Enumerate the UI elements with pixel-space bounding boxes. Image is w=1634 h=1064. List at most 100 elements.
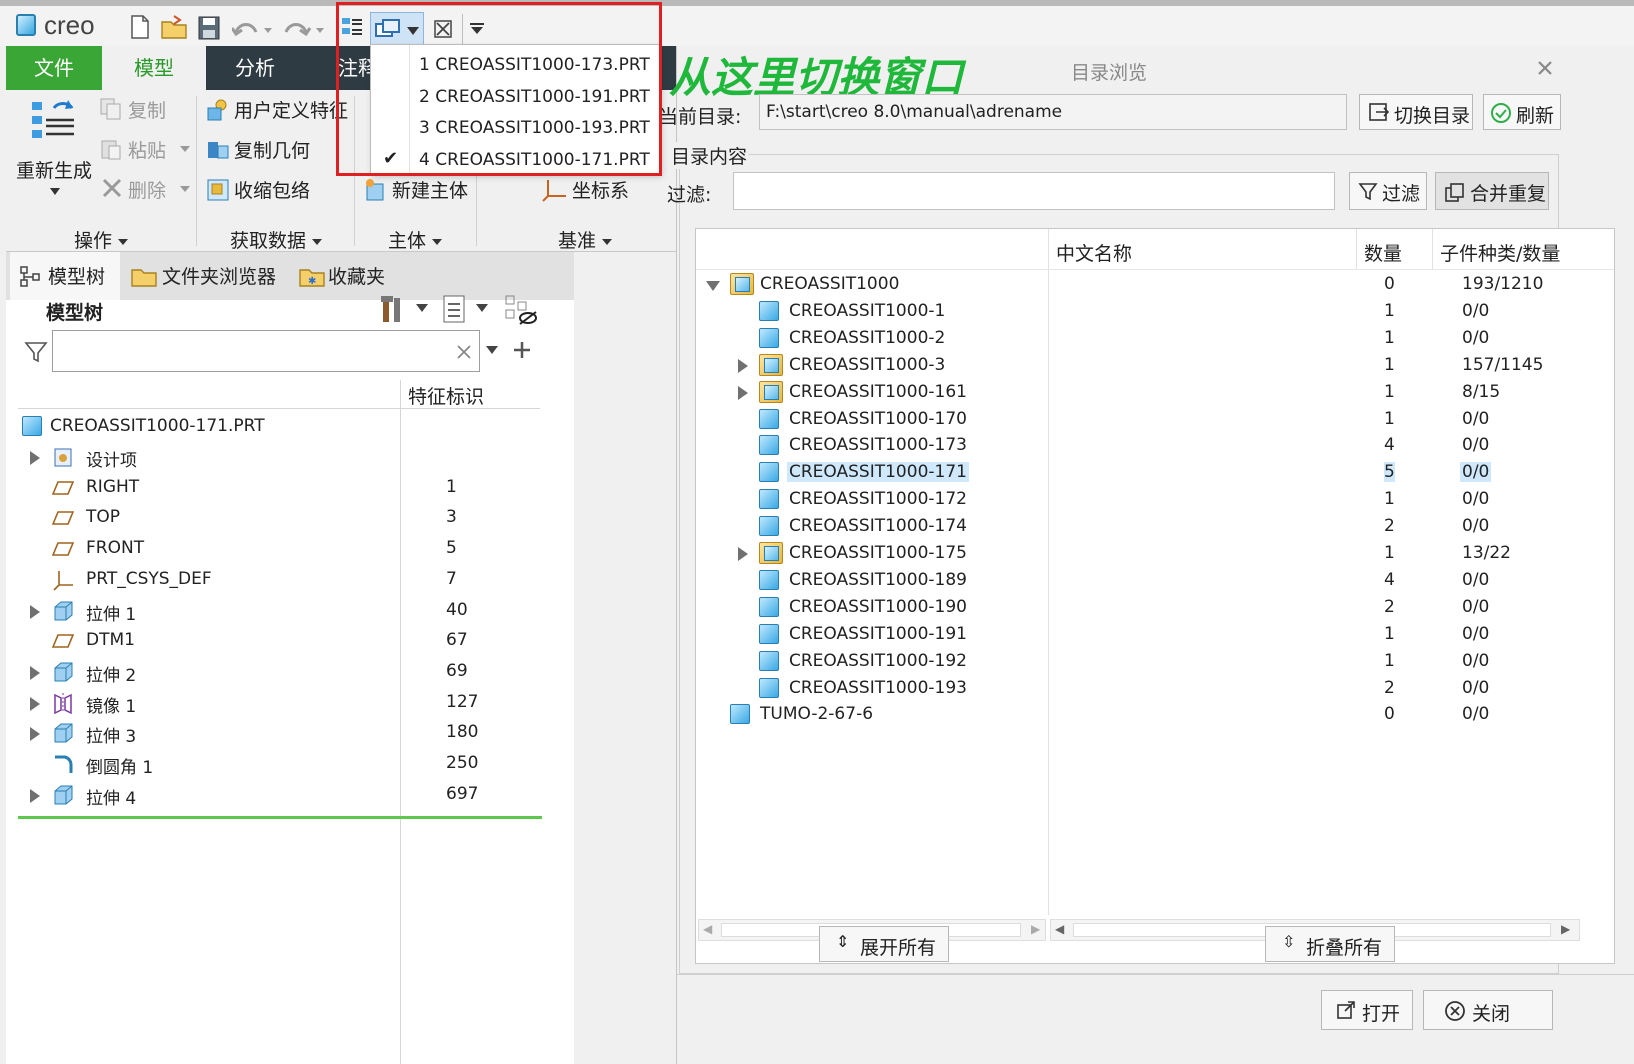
directory-row[interactable]: CREOASSIT1000-1 1 0/0 (696, 298, 1614, 325)
tree-item[interactable]: 拉伸 2 69 (6, 657, 566, 687)
refresh-button[interactable]: 刷新 (1483, 94, 1561, 130)
expand-arrow-icon[interactable] (30, 665, 40, 680)
directory-row[interactable]: CREOASSIT1000-173 4 0/0 (696, 432, 1614, 459)
csys-button[interactable]: 坐标系 (540, 176, 650, 206)
undo-icon[interactable] (232, 20, 274, 40)
tree-item[interactable]: DTM1 67 (6, 626, 566, 656)
mirror-icon (52, 692, 74, 719)
tree-root-label: CREOASSIT1000-171.PRT (50, 416, 265, 436)
expand-arrow-icon[interactable] (738, 547, 748, 561)
expand-arrow-icon[interactable] (30, 604, 40, 619)
merge-duplicates-button[interactable]: 合并重复 (1435, 172, 1549, 210)
directory-row[interactable]: CREOASSIT1000-3 1 157/1145 (696, 352, 1614, 379)
chevron-down-icon (180, 186, 190, 192)
tree-root-item[interactable]: CREOASSIT1000-171.PRT (6, 412, 566, 442)
open-button[interactable]: 打开 (1321, 990, 1413, 1030)
shrinkwrap-button[interactable]: 收缩包络 (204, 176, 354, 206)
add-icon[interactable] (512, 340, 532, 360)
expand-arrow-icon[interactable] (30, 696, 40, 711)
chevron-down-icon[interactable] (416, 304, 428, 312)
directory-row[interactable]: CREOASSIT1000-191 1 0/0 (696, 621, 1614, 648)
collapse-all-button[interactable]: ⇳ 折叠所有 (1265, 926, 1395, 962)
scroll-right-icon[interactable]: ▶ (1561, 922, 1570, 936)
delete-button[interactable]: 删除 (98, 176, 194, 206)
tree-item[interactable]: PRT_CSYS_DEF 7 (6, 565, 566, 595)
tab-favorites[interactable]: ✱ 收藏夹 (292, 252, 402, 300)
directory-row[interactable]: CREOASSIT1000-192 1 0/0 (696, 648, 1614, 675)
open-folder-icon[interactable] (160, 14, 188, 40)
chevron-down-icon[interactable] (486, 346, 498, 354)
directory-row[interactable]: CREOASSIT1000-2 1 0/0 (696, 325, 1614, 352)
directory-tree-list[interactable]: 中文名称 数量 子件种类/数量 CREOASSIT1000 0 193/1210 CR… (695, 228, 1615, 964)
expand-arrow-icon[interactable] (30, 451, 40, 465)
tree-item[interactable]: 拉伸 3 180 (6, 718, 566, 748)
column-header-count[interactable]: 数量 (1364, 239, 1402, 266)
tree-item[interactable]: TOP 3 (6, 503, 566, 533)
directory-row[interactable]: CREOASSIT1000-161 1 8/15 (696, 379, 1614, 406)
save-icon[interactable] (198, 16, 220, 40)
close-icon[interactable] (1537, 60, 1553, 76)
tab-analysis[interactable]: 分析 (206, 46, 304, 90)
regenerate-button[interactable]: 重新生成 (14, 94, 96, 204)
switch-dir-button[interactable]: 切换目录 (1359, 94, 1473, 130)
expand-all-button[interactable]: ⇕ 展开所有 (819, 926, 949, 962)
current-dir-field[interactable]: F:\start\creo 8.0\manual\adrename (759, 94, 1347, 130)
new-body-button[interactable]: 新建主体 (362, 176, 478, 206)
tree-filter-visibility-icon[interactable] (504, 294, 538, 326)
directory-row[interactable]: TUMO-2-67-6 0 0/0 (696, 701, 1614, 728)
part-icon (730, 704, 750, 725)
tree-item[interactable]: 镜像 1 127 (6, 688, 566, 718)
expand-arrow-icon[interactable] (738, 358, 748, 373)
tree-item[interactable]: 拉伸 1 40 (6, 596, 566, 626)
directory-row[interactable]: CREOASSIT1000-170 1 0/0 (696, 406, 1614, 433)
directory-row[interactable]: CREOASSIT1000-190 2 0/0 (696, 594, 1614, 621)
group-operations[interactable]: 操作 (74, 226, 128, 253)
copy-geometry-button[interactable]: 复制几何 (204, 136, 354, 166)
copy-button[interactable]: 复制 (98, 96, 194, 126)
directory-row[interactable]: CREOASSIT1000-171 5 0/0 (696, 459, 1614, 486)
tree-item-feature-id: 1 (446, 476, 457, 497)
filter-input[interactable] (733, 172, 1335, 210)
column-header-chinese-name[interactable]: 中文名称 (1056, 239, 1132, 266)
expand-arrow-icon[interactable] (30, 727, 40, 742)
paste-button[interactable]: 粘贴 (98, 136, 194, 166)
tab-model-tree[interactable]: 模型树 (10, 252, 120, 300)
tree-item[interactable]: 倒圆角 1 250 (6, 749, 566, 779)
group-datum[interactable]: 基准 (558, 226, 612, 253)
udf-button[interactable]: 用户定义特征 (204, 96, 354, 126)
chevron-down-icon[interactable] (476, 304, 488, 312)
directory-row[interactable]: CREOASSIT1000 0 193/1210 (696, 271, 1614, 298)
group-get-data[interactable]: 获取数据 (230, 226, 322, 253)
scroll-right-icon[interactable]: ▶ (1031, 922, 1040, 936)
tree-item[interactable]: 设计项 (6, 442, 566, 472)
expand-arrow-icon[interactable] (738, 385, 748, 400)
tree-item[interactable]: RIGHT 1 (6, 473, 566, 503)
group-body[interactable]: 主体 (388, 226, 442, 253)
tab-file[interactable]: 文件 (6, 46, 102, 90)
collapse-arrow-icon[interactable] (706, 281, 720, 291)
scroll-left-icon[interactable]: ◀ (703, 922, 712, 936)
directory-row[interactable]: CREOASSIT1000-174 2 0/0 (696, 513, 1614, 540)
redo-icon[interactable] (284, 20, 326, 40)
scroll-left-icon[interactable]: ◀ (1055, 922, 1064, 936)
feature-id-header[interactable]: 特征标识 (408, 382, 484, 409)
column-header-subparts[interactable]: 子件种类/数量 (1440, 239, 1560, 266)
directory-row[interactable]: CREOASSIT1000-189 4 0/0 (696, 567, 1614, 594)
clear-icon[interactable] (457, 345, 471, 359)
directory-row[interactable]: CREOASSIT1000-193 2 0/0 (696, 675, 1614, 702)
tree-settings-icon[interactable] (380, 294, 408, 324)
model-tree-search-input[interactable] (52, 330, 480, 372)
tree-item[interactable]: 拉伸 4 697 (6, 780, 566, 810)
directory-row[interactable]: CREOASSIT1000-172 1 0/0 (696, 486, 1614, 513)
directory-row-count: 1 (1384, 408, 1395, 429)
new-file-icon[interactable] (130, 14, 150, 40)
filter-button[interactable]: 过滤 (1349, 172, 1427, 210)
show-columns-icon[interactable] (442, 294, 468, 324)
tree-item[interactable]: FRONT 5 (6, 534, 566, 564)
tab-folder-browser[interactable]: 文件夹浏览器 (124, 252, 288, 300)
close-button[interactable]: 关闭 (1423, 990, 1553, 1030)
directory-row[interactable]: CREOASSIT1000-175 1 13/22 (696, 540, 1614, 567)
tab-model[interactable]: 模型 (102, 46, 206, 90)
expand-arrow-icon[interactable] (30, 788, 40, 803)
filter-icon[interactable] (24, 340, 48, 364)
